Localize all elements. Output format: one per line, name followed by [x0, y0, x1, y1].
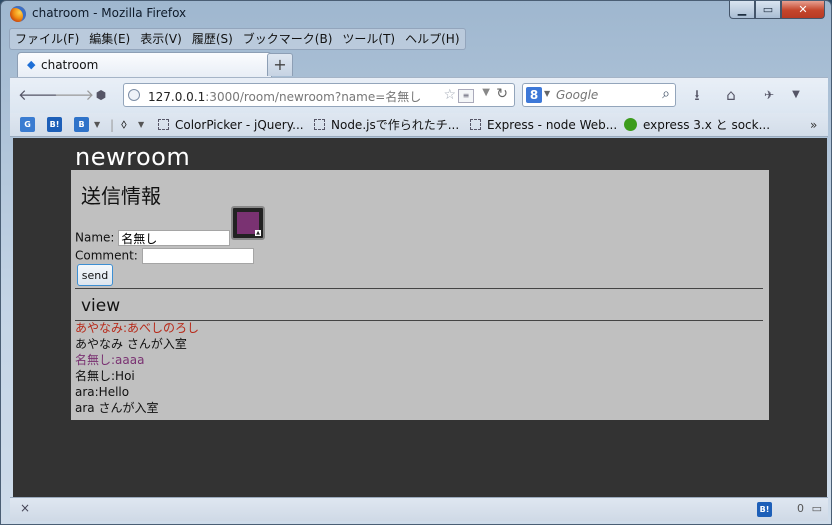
- hatena-bookmark-icon[interactable]: B!: [47, 117, 62, 132]
- name-row: Name:: [75, 230, 231, 246]
- search-bar: 8 ▼ ⌕: [522, 83, 676, 107]
- bookmark-colorpicker[interactable]: ColorPicker - jQuery...: [158, 116, 304, 134]
- window-title: chatroom - Mozilla Firefox: [32, 6, 187, 20]
- page-icon: [470, 119, 481, 130]
- view-section-title: view: [81, 296, 121, 316]
- google-bookmark-icon[interactable]: G: [20, 117, 35, 132]
- more-bookmarks-icon[interactable]: »: [810, 116, 817, 134]
- chat-panel: 送信情報 Name: ▲ Comment: send view あやなみ:あべし…: [71, 170, 769, 420]
- log-item: ara:Hello: [75, 385, 130, 399]
- divider: [75, 288, 763, 289]
- comment-row: Comment:: [75, 248, 254, 264]
- comment-label: Comment:: [75, 248, 138, 263]
- menu-file[interactable]: ファイル(F): [10, 29, 84, 49]
- bookmark-express-socket[interactable]: express 3.x と sock...: [624, 116, 770, 134]
- maximize-button[interactable]: ▭: [755, 1, 781, 19]
- engine-dropdown-icon[interactable]: ▼: [544, 89, 550, 98]
- address-bar[interactable]: 127.0.0.1:3000/room/newroom?name=名無し ☆ ≡…: [123, 83, 515, 107]
- tab-label: chatroom: [41, 58, 99, 72]
- addon-icon[interactable]: ✈: [758, 84, 780, 106]
- url-text[interactable]: 127.0.0.1:3000/room/newroom?name=名無し: [148, 88, 421, 105]
- hatena-add-icon[interactable]: B: [74, 117, 89, 132]
- page-icon: [158, 119, 169, 130]
- log-item: あやなみ:あべしのろし: [75, 321, 200, 335]
- tab-chatroom[interactable]: ◆ chatroom: [17, 52, 272, 77]
- message-log: あやなみ:あべしのろし あやなみ さんが入室 名無し:aaaa 名無し:Hoi …: [75, 320, 199, 416]
- firefox-logo-icon[interactable]: [10, 6, 26, 22]
- page-icon: [314, 119, 325, 130]
- color-picker[interactable]: ▲: [231, 206, 265, 240]
- menu-help[interactable]: ヘルプ(H): [400, 29, 464, 49]
- reload-icon[interactable]: ↻: [496, 86, 508, 102]
- bookmark-count: 0: [797, 502, 804, 515]
- new-tab-button[interactable]: +: [267, 53, 293, 76]
- menu-edit[interactable]: 編集(E): [84, 29, 135, 49]
- tag-icon[interactable]: ⬨: [121, 116, 127, 134]
- menu-history[interactable]: 履歴(S): [187, 29, 238, 49]
- name-label: Name:: [75, 230, 115, 245]
- bookmark-express[interactable]: Express - node Web...: [470, 116, 617, 134]
- comment-input[interactable]: [141, 248, 254, 264]
- forward-arrow-icon[interactable]: 🡒: [54, 84, 94, 106]
- bookmark-nodejs-chat[interactable]: Node.jsで作られたチ...: [314, 116, 459, 134]
- search-input[interactable]: [556, 87, 652, 103]
- status-bar: × B! 0 ▭: [10, 497, 828, 521]
- bookmarks-toolbar: G B! B ▼ | ⬨ ▼ ColorPicker - jQuery... N…: [10, 113, 828, 137]
- send-section-title: 送信情報: [81, 184, 161, 208]
- browser-window: chatroom - Mozilla Firefox ▁ ▭ ✕ ファイル(F)…: [0, 0, 832, 525]
- menu-bar: ファイル(F) 編集(E) 表示(V) 履歴(S) ブックマーク(B) ツール(…: [9, 28, 466, 50]
- toolbar-menu-icon[interactable]: ▼: [785, 84, 807, 106]
- hatena-status-icon[interactable]: B!: [757, 502, 772, 517]
- comment-bubble-icon[interactable]: ▭: [812, 502, 822, 515]
- bookmark-star-icon[interactable]: ☆: [443, 87, 456, 103]
- log-item: あやなみ さんが入室: [75, 337, 187, 351]
- site-identity-icon[interactable]: ⬢: [90, 84, 112, 106]
- search-icon[interactable]: ⌕: [662, 86, 670, 102]
- send-button[interactable]: send: [77, 264, 113, 286]
- close-window-button[interactable]: ✕: [781, 1, 825, 19]
- google-engine-icon[interactable]: 8: [526, 87, 542, 103]
- green-site-icon: [624, 118, 637, 131]
- history-dropdown-icon[interactable]: ▼: [482, 87, 490, 98]
- menu-tools[interactable]: ツール(T): [337, 29, 400, 49]
- globe-icon: [128, 89, 140, 101]
- diamond-favicon-icon: ◆: [27, 58, 36, 71]
- name-input[interactable]: [118, 230, 231, 246]
- minimize-button[interactable]: ▁: [729, 1, 755, 19]
- home-icon[interactable]: ⌂: [720, 84, 742, 106]
- log-item: 名無し:Hoi: [75, 369, 135, 383]
- page-feed-icon[interactable]: ≡: [458, 89, 474, 103]
- room-title: newroom: [75, 143, 191, 171]
- menu-view[interactable]: 表示(V): [135, 29, 187, 49]
- separator-icon: |: [110, 118, 115, 132]
- download-icon[interactable]: ⭳: [686, 84, 708, 106]
- navigation-toolbar: 🡐 🡒 ⬢ 127.0.0.1:3000/room/newroom?name=名…: [10, 77, 828, 113]
- title-bar: chatroom - Mozilla Firefox ▁ ▭ ✕: [1, 1, 831, 27]
- web-page: newroom 送信情報 Name: ▲ Comment: send view …: [13, 138, 827, 497]
- back-arrow-icon[interactable]: 🡐: [18, 84, 58, 106]
- bookmark-dropdown-icon[interactable]: ▼: [94, 116, 100, 134]
- close-addon-bar-icon[interactable]: ×: [20, 501, 30, 515]
- color-picker-arrow-icon: ▲: [255, 230, 261, 236]
- tab-strip: ◆ chatroom +: [9, 51, 829, 77]
- menu-bookmarks[interactable]: ブックマーク(B): [238, 29, 338, 49]
- tag-dropdown-icon[interactable]: ▼: [138, 116, 144, 134]
- log-item: ara さんが入室: [75, 401, 159, 415]
- caption-buttons: ▁ ▭ ✕: [729, 1, 825, 21]
- log-item: 名無し:aaaa: [75, 353, 145, 367]
